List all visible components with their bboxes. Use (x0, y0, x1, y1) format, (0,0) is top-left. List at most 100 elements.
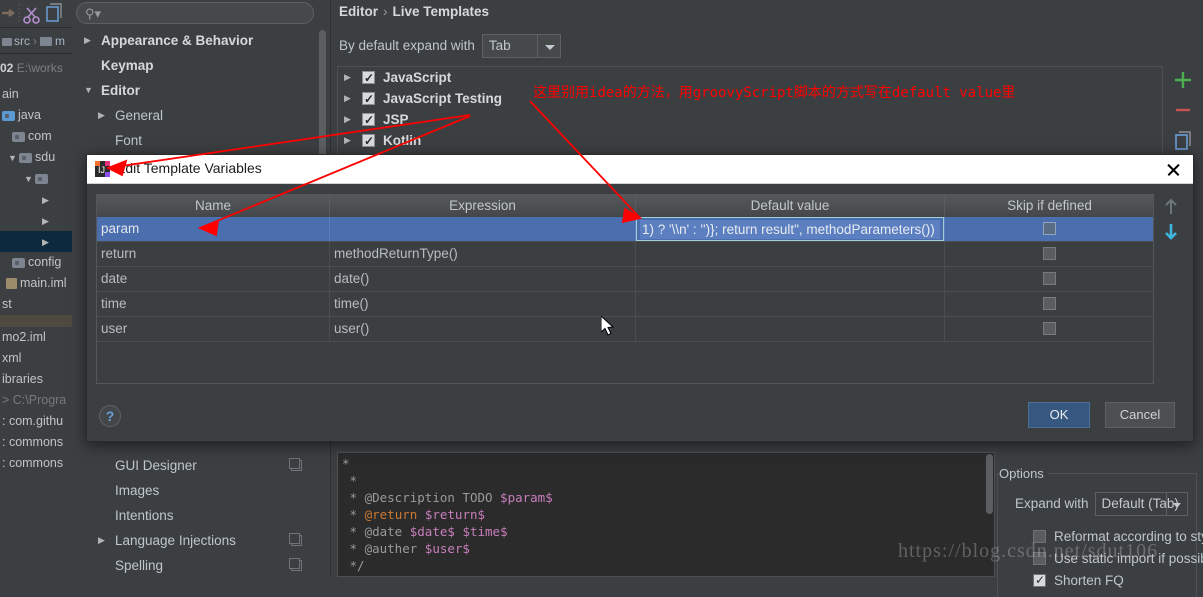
cell-name[interactable]: return (97, 242, 330, 266)
chevron-right-icon[interactable]: ▶ (84, 28, 91, 53)
sidebar-item-gui-designer[interactable]: GUI Designer (72, 453, 330, 478)
cell-expression[interactable]: methodReturnType() (330, 242, 636, 266)
sidebar-item-intentions[interactable]: Intentions (72, 503, 330, 528)
chevron-down-icon[interactable] (1165, 493, 1187, 515)
cell-default-value[interactable] (636, 242, 945, 266)
cell-default-value[interactable]: 1) ? '\\n' : '')}; return result", metho… (636, 217, 945, 241)
move-up-icon[interactable] (1160, 196, 1182, 218)
chevron-right-icon[interactable]: ▶ (344, 130, 351, 151)
tree-item[interactable]: ▶ (0, 189, 72, 210)
checkbox[interactable] (1043, 221, 1056, 235)
chevron-right-icon[interactable]: ▶ (344, 109, 351, 130)
checkbox[interactable] (1043, 321, 1056, 335)
tree-item[interactable]: ▼ sdu (0, 147, 72, 168)
ok-button[interactable]: OK (1028, 402, 1090, 428)
options-expand-select[interactable]: Default (Tab) (1094, 492, 1188, 516)
chevron-right-icon[interactable]: ▶ (42, 190, 53, 210)
sidebar-item-spelling[interactable]: Spelling (72, 553, 330, 577)
remove-icon[interactable] (1169, 96, 1197, 126)
chevron-right-icon[interactable]: ▶ (344, 88, 351, 109)
chevron-right-icon[interactable]: ▶ (98, 528, 105, 553)
tree-item[interactable]: ▶ (0, 210, 72, 231)
breadcrumb-m[interactable]: m (55, 34, 65, 48)
tree-item[interactable]: st (0, 294, 72, 315)
checkbox[interactable] (362, 89, 375, 110)
column-header-skip-if-defined[interactable]: Skip if defined (945, 195, 1153, 217)
move-down-icon[interactable] (1160, 220, 1182, 242)
table-row[interactable]: return methodReturnType() (97, 242, 1153, 267)
cell-expression[interactable] (330, 217, 636, 241)
project-tab[interactable]: 02 E:\works (0, 54, 72, 82)
cell-name[interactable]: param (97, 217, 330, 241)
chevron-down-icon[interactable]: ▼ (84, 78, 93, 103)
cell-skip-if-defined[interactable] (945, 317, 1153, 341)
checkbox[interactable] (362, 110, 375, 131)
breadcrumb-src[interactable]: src (14, 34, 30, 48)
template-code-preview[interactable]: * * * @Description TODO $param$ * @retur… (337, 452, 995, 577)
sidebar-item-language-injections[interactable]: ▶ Language Injections (72, 528, 330, 553)
cell-expression[interactable]: time() (330, 292, 636, 316)
chevron-down-icon[interactable] (536, 35, 560, 57)
cell-expression[interactable]: date() (330, 267, 636, 291)
cell-name[interactable]: user (97, 317, 330, 341)
template-toolbar[interactable] (1169, 66, 1197, 156)
breadcrumb-root[interactable]: Editor (339, 4, 378, 19)
checkbox[interactable] (362, 131, 375, 152)
tree-item[interactable]: ▼ (0, 168, 72, 189)
checkbox[interactable] (1033, 530, 1046, 543)
tree-item[interactable]: mo2.iml (0, 327, 72, 348)
cell-name[interactable]: time (97, 292, 330, 316)
cancel-button[interactable]: Cancel (1105, 402, 1175, 428)
column-header-expression[interactable]: Expression (330, 195, 636, 217)
expand-with-select[interactable]: Tab (481, 34, 561, 58)
sidebar-item-font[interactable]: Font (72, 128, 330, 153)
sidebar-item-appearance-behavior[interactable]: ▶ Appearance & Behavior (72, 28, 330, 53)
checkbox[interactable] (362, 68, 375, 89)
tree-item[interactable]: > C:\Progra (0, 390, 72, 411)
default-value-editor[interactable]: 1) ? '\\n' : '')}; return result", metho… (636, 217, 944, 241)
cell-default-value[interactable] (636, 317, 945, 341)
chevron-down-icon[interactable]: ▼ (8, 148, 19, 168)
tree-item-selected[interactable]: ▶ (0, 231, 72, 252)
cell-skip-if-defined[interactable] (945, 242, 1153, 266)
sidebar-item-images[interactable]: Images (72, 478, 330, 503)
table-row[interactable]: date date() (97, 267, 1153, 292)
tree-item[interactable]: : commons (0, 432, 72, 453)
variables-table[interactable]: Name Expression Default value Skip if de… (96, 194, 1154, 384)
help-button[interactable]: ? (99, 405, 121, 427)
checkbox[interactable] (1033, 552, 1046, 565)
checkbox[interactable] (1043, 296, 1056, 310)
checkbox[interactable] (1033, 570, 1046, 591)
table-row[interactable]: param 1) ? '\\n' : '')}; return result",… (97, 217, 1153, 242)
tree-item[interactable]: ibraries (0, 369, 72, 390)
settings-search-field[interactable]: ⚲▾ (76, 2, 314, 24)
template-group-row[interactable]: ▶ JSP (338, 109, 1162, 131)
toolbar-icons[interactable] (0, 0, 72, 28)
checkbox[interactable] (1043, 246, 1056, 260)
tree-item[interactable]: : commons (0, 453, 72, 474)
close-icon[interactable] (1163, 160, 1183, 180)
row-reorder-controls[interactable] (1160, 196, 1186, 256)
sidebar-item-general[interactable]: ▶ General (72, 103, 330, 128)
tree-item[interactable]: xml (0, 348, 72, 369)
cell-expression[interactable]: user() (330, 317, 636, 341)
project-file-tree[interactable]: ain java com ▼ sdu ▼ ▶ ▶ ▶ config main.im… (0, 84, 72, 577)
chevron-down-icon[interactable]: ▼ (24, 169, 35, 189)
tree-item[interactable]: config (0, 252, 72, 273)
column-header-name[interactable]: Name (97, 195, 330, 217)
template-group-list[interactable]: ▶ JavaScript ▶ JavaScript Testing ▶ JSP … (337, 66, 1163, 156)
sidebar-item-keymap[interactable]: Keymap (72, 53, 330, 78)
chevron-right-icon[interactable]: ▶ (344, 67, 351, 88)
template-group-row[interactable]: ▶ Kotlin (338, 130, 1162, 152)
tree-item[interactable]: main.iml (0, 273, 72, 294)
copy-icon[interactable] (1169, 126, 1197, 156)
chevron-right-icon[interactable]: ▶ (42, 232, 53, 252)
table-row[interactable]: user user() (97, 317, 1153, 342)
tree-item[interactable]: com (0, 126, 72, 147)
cell-skip-if-defined[interactable] (945, 217, 1153, 241)
tree-item[interactable]: java (0, 105, 72, 126)
cell-name[interactable]: date (97, 267, 330, 291)
tree-item[interactable]: ain (0, 84, 72, 105)
chevron-right-icon[interactable]: ▶ (42, 211, 53, 231)
chevron-right-icon[interactable]: ▶ (98, 103, 105, 128)
